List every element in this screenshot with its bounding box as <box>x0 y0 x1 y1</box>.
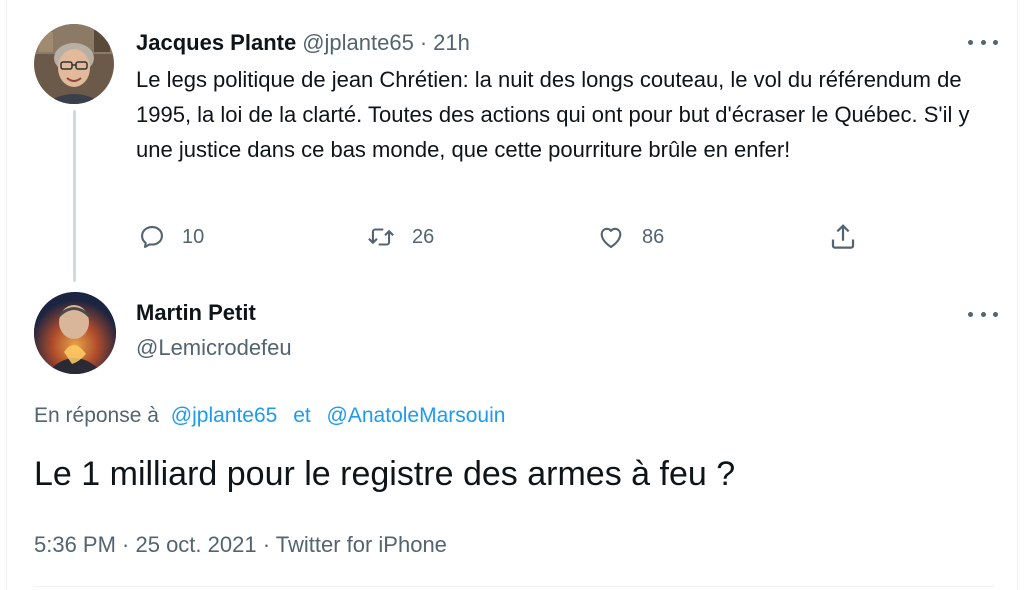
more-icon[interactable] <box>968 32 998 52</box>
author-name[interactable]: Jacques Plante <box>136 30 296 56</box>
like-icon <box>600 227 622 248</box>
main-author-name[interactable]: Martin Petit <box>136 300 256 326</box>
retweet-icon <box>368 228 394 246</box>
share-button[interactable] <box>828 222 858 252</box>
reply-icon <box>141 226 163 248</box>
reply-and: et <box>293 404 311 427</box>
main-more-icon[interactable] <box>968 304 998 324</box>
author-handle[interactable]: @jplante65 <box>302 30 414 56</box>
tweet-timestamp[interactable]: 5:36 PM · 25 oct. 2021 · Twitter for iPh… <box>34 532 447 558</box>
reply-button[interactable]: 10 <box>138 222 204 252</box>
share-icon <box>831 224 855 249</box>
retweet-button[interactable]: 26 <box>366 222 434 252</box>
separator-dot: · <box>419 30 428 55</box>
reply-context: En réponse à @jplante65 et @AnatoleMarso… <box>34 404 505 428</box>
parent-tweet-text: Le legs politique de jean Chrétien: la n… <box>136 67 970 162</box>
avatar-jacques-plante[interactable] <box>34 24 114 104</box>
main-author-handle[interactable]: @Lemicrodefeu <box>136 335 292 361</box>
reply-mention-jplante65[interactable]: @jplante65 <box>171 404 278 427</box>
like-button[interactable]: 86 <box>596 222 664 252</box>
thread-connector-line <box>73 110 76 282</box>
tweet-time[interactable]: 21h <box>433 30 470 56</box>
avatar-martin-petit[interactable] <box>34 292 116 374</box>
like-count: 86 <box>642 225 665 248</box>
divider <box>34 586 994 587</box>
retweet-count: 26 <box>412 225 435 248</box>
reply-prefix: En réponse à <box>34 404 159 427</box>
main-tweet-text: Le 1 milliard pour le registre des armes… <box>34 455 736 493</box>
reply-mention-anatolemarsouin[interactable]: @AnatoleMarsouin <box>327 404 506 427</box>
reply-count: 10 <box>182 225 205 248</box>
parent-tweet-header: Jacques Plante @jplante65 · 21h <box>136 28 470 58</box>
